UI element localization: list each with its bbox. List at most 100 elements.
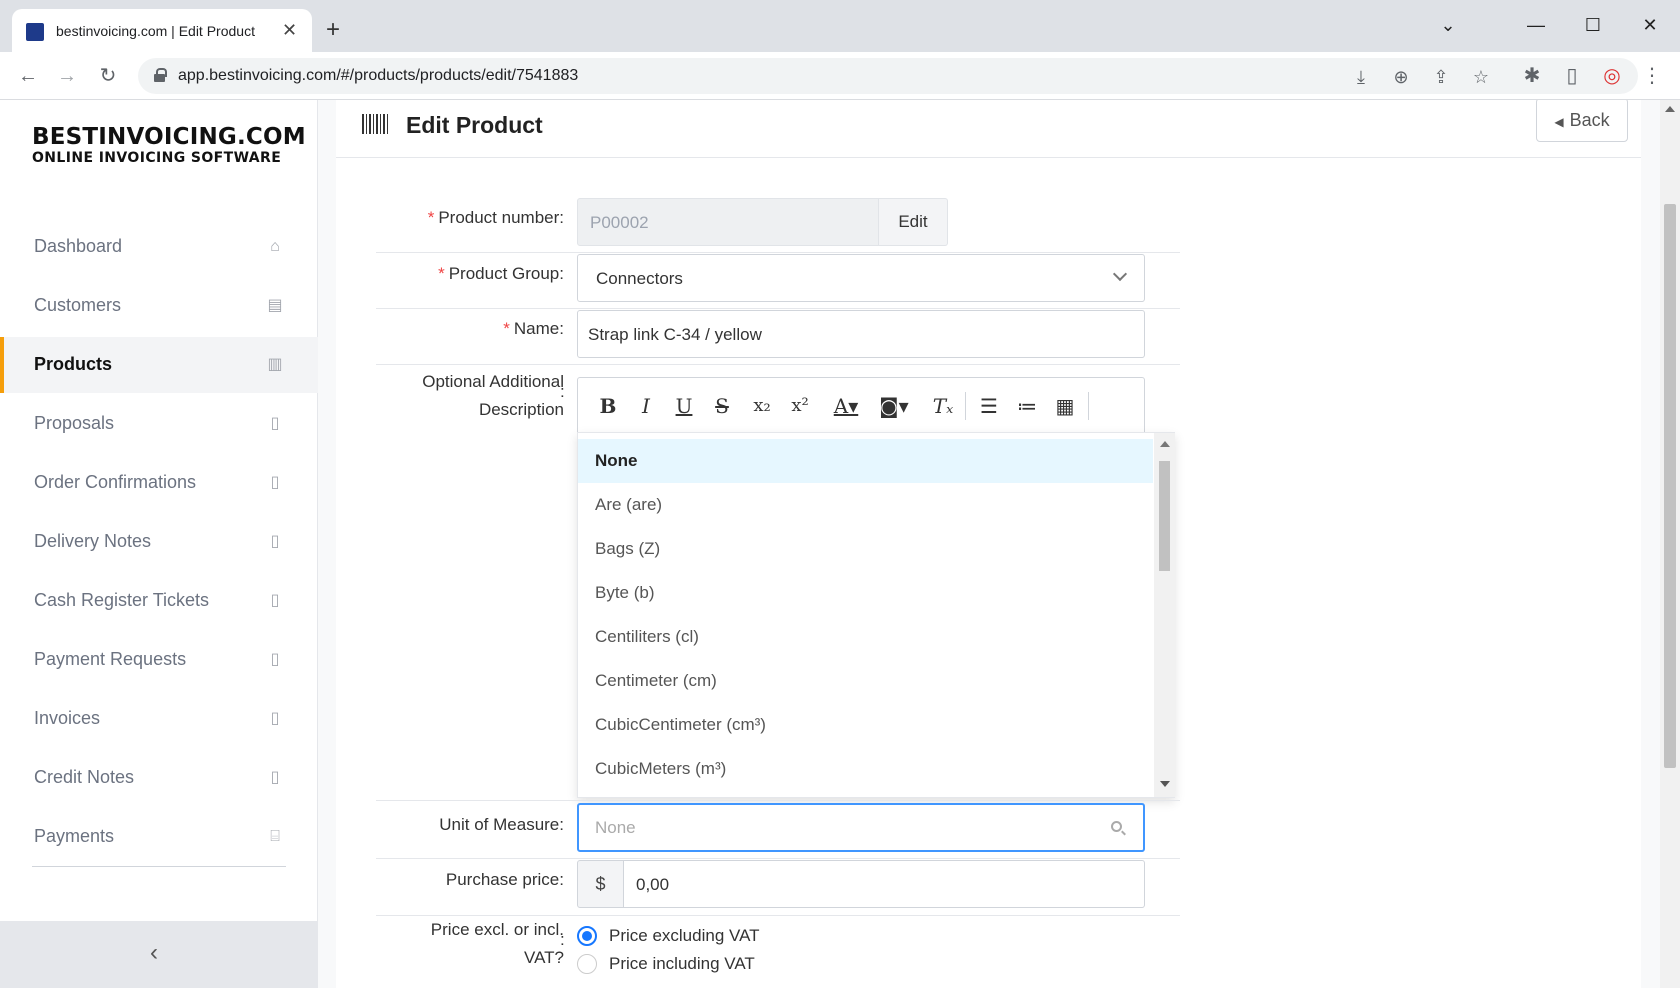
side-panel-icon[interactable]: ▯ [1558, 62, 1586, 90]
uom-option[interactable]: Bags (Z) [578, 527, 1153, 571]
menu-kebab-icon[interactable]: ⋮ [1638, 62, 1666, 90]
italic-icon[interactable]: I [634, 392, 658, 420]
maximize-icon[interactable]: ☐ [1573, 10, 1613, 40]
zoom-icon[interactable]: ⊕ [1388, 64, 1414, 90]
browser-tab[interactable]: bestinvoicing.com | Edit Product ✕ [12, 9, 312, 52]
address-bar[interactable]: app.bestinvoicing.com/#/products/product… [138, 58, 1638, 94]
bookmark-star-icon[interactable]: ☆ [1468, 64, 1494, 90]
sidebar-item-payment-requests[interactable]: Payment Requests ▯ [0, 632, 318, 688]
caret-left-icon: ◀ [1554, 115, 1564, 129]
install-icon[interactable]: ⤓ [1348, 64, 1374, 90]
favicon-icon [26, 23, 44, 41]
name-input[interactable]: Strap link C-34 / yellow [577, 310, 1145, 358]
unit-of-measure-dropdown: None Are (are) Bags (Z) Byte (b) Centili… [577, 432, 1175, 798]
clear-format-icon[interactable]: Tₓ [930, 392, 956, 420]
unit-of-measure-input[interactable]: None [577, 803, 1145, 852]
uom-option[interactable]: CubicCentimeter (cm³) [578, 703, 1153, 747]
browser-toolbar: ← → ↻ app.bestinvoicing.com/#/products/p… [0, 52, 1680, 100]
sidebar-item-delivery-notes[interactable]: Delivery Notes ▯ [0, 514, 318, 570]
logo-line2: ONLINE INVOICING SOFTWARE [32, 150, 282, 166]
pdf-file-icon: ▯ [270, 415, 280, 432]
share-icon[interactable]: ⇪ [1428, 64, 1454, 90]
uom-option[interactable]: CubicMeters (m³) [578, 747, 1153, 791]
contact-book-icon: ▤ [267, 297, 283, 314]
back-label: Back [1569, 110, 1610, 130]
back-arrow-icon[interactable]: ← [14, 62, 42, 90]
uom-option[interactable]: Are (are) [578, 483, 1153, 527]
rich-text-toolbar: B I U S x₂ x² A▾ ◙▾ Tₓ ☰ ≔ ▦ [577, 377, 1145, 433]
brand-logo[interactable]: BESTINVOICING.COM ONLINE INVOICING SOFTW… [32, 124, 306, 166]
sidebar-item-invoices[interactable]: Invoices ▯ [0, 691, 318, 747]
row-divider [376, 858, 1180, 859]
sidebar-item-label: Products [34, 354, 113, 374]
page-viewport: BESTINVOICING.COM ONLINE INVOICING SOFTW… [0, 100, 1680, 988]
home-icon: ⌂ [270, 238, 280, 255]
page-scrollbar-thumb[interactable] [1664, 204, 1676, 768]
uom-option[interactable]: Centimeter (cm) [578, 659, 1153, 703]
scroll-down-icon[interactable] [1160, 781, 1170, 787]
extensions-icon[interactable]: ✱ [1518, 62, 1546, 90]
uom-option[interactable]: Byte (b) [578, 571, 1153, 615]
text-color-icon[interactable]: A▾ [828, 392, 864, 420]
tab-close-icon[interactable]: ✕ [282, 19, 297, 41]
minimize-icon[interactable]: — [1516, 10, 1556, 40]
scroll-up-icon[interactable] [1665, 106, 1675, 112]
superscript-icon[interactable]: x² [786, 392, 814, 420]
back-button[interactable]: ◀ Back [1536, 100, 1628, 142]
sidebar-item-cash-register-tickets[interactable]: Cash Register Tickets ▯ [0, 573, 318, 629]
logo-line1: BESTINVOICING.COM [32, 124, 306, 150]
purchase-price-input[interactable]: 0,00 [624, 860, 1145, 908]
sidebar-divider [32, 866, 286, 867]
pdf-file-icon: ▯ [270, 474, 280, 491]
page-scrollbar[interactable] [1660, 100, 1680, 988]
radio-price-including-vat[interactable] [577, 954, 597, 974]
card-header: Edit Product ◀ Back [336, 100, 1641, 158]
sidebar-item-label: Dashboard [34, 236, 123, 256]
subscript-icon[interactable]: x₂ [748, 392, 776, 420]
tab-title: bestinvoicing.com | Edit Product [56, 23, 255, 39]
sidebar-item-order-confirmations[interactable]: Order Confirmations ▯ [0, 455, 318, 511]
new-tab-icon[interactable]: + [326, 18, 340, 42]
scrollbar-thumb[interactable] [1159, 461, 1170, 571]
bullet-list-icon[interactable]: ≔ [1014, 392, 1040, 420]
forward-arrow-icon[interactable]: → [53, 62, 81, 90]
uom-option[interactable]: Centiliters (cl) [578, 615, 1153, 659]
unit-of-measure-placeholder: None [595, 818, 636, 837]
dropdown-scrollbar[interactable] [1154, 433, 1175, 797]
search-icon [1111, 821, 1122, 832]
profile-extension-icon[interactable]: ◎ [1598, 62, 1626, 90]
uom-option-none[interactable]: None [578, 439, 1153, 483]
pdf-file-icon: ▯ [270, 769, 280, 786]
chevron-down-icon [1112, 266, 1128, 282]
table-icon[interactable]: ▦ [1052, 392, 1078, 420]
reload-icon[interactable]: ↻ [94, 62, 122, 90]
underline-icon[interactable]: U [672, 392, 696, 420]
highlight-color-icon[interactable]: ◙▾ [876, 392, 912, 420]
sidebar-item-proposals[interactable]: Proposals ▯ [0, 396, 318, 452]
sidebar-collapse-button[interactable]: ‹ [0, 921, 318, 988]
radio-price-excluding-vat[interactable] [577, 926, 597, 946]
sidebar: BESTINVOICING.COM ONLINE INVOICING SOFTW… [0, 100, 318, 988]
strikethrough-icon[interactable]: S [710, 392, 734, 420]
vat-label: Price excl. or incl. VAT? [430, 920, 564, 967]
sidebar-item-customers[interactable]: Customers ▤ [0, 278, 318, 334]
product-group-value: Connectors [596, 269, 683, 288]
product-number-edit-button[interactable]: Edit [879, 198, 948, 246]
product-number-value: P00002 [590, 213, 649, 232]
lock-icon [154, 68, 167, 82]
scroll-up-icon[interactable] [1160, 441, 1170, 447]
pdf-file-icon: ▯ [270, 592, 280, 609]
sidebar-item-products[interactable]: Products ▥ [0, 337, 318, 393]
product-number-field[interactable]: P00002 [577, 198, 879, 246]
price-including-vat-label[interactable]: Price including VAT [609, 954, 755, 974]
close-window-icon[interactable]: ✕ [1630, 10, 1670, 40]
sidebar-item-dashboard[interactable]: Dashboard ⌂ [0, 219, 318, 275]
bold-icon[interactable]: B [596, 392, 620, 420]
sidebar-item-credit-notes[interactable]: Credit Notes ▯ [0, 750, 318, 806]
ordered-list-icon[interactable]: ☰ [976, 392, 1002, 420]
product-group-select[interactable]: Connectors [577, 254, 1145, 302]
sidebar-item-payments[interactable]: Payments ⌸ [0, 809, 318, 865]
url-text[interactable]: app.bestinvoicing.com/#/products/product… [178, 67, 578, 85]
tab-search-icon[interactable]: ⌄ [1428, 10, 1468, 40]
price-excluding-vat-label[interactable]: Price excluding VAT [609, 926, 760, 946]
